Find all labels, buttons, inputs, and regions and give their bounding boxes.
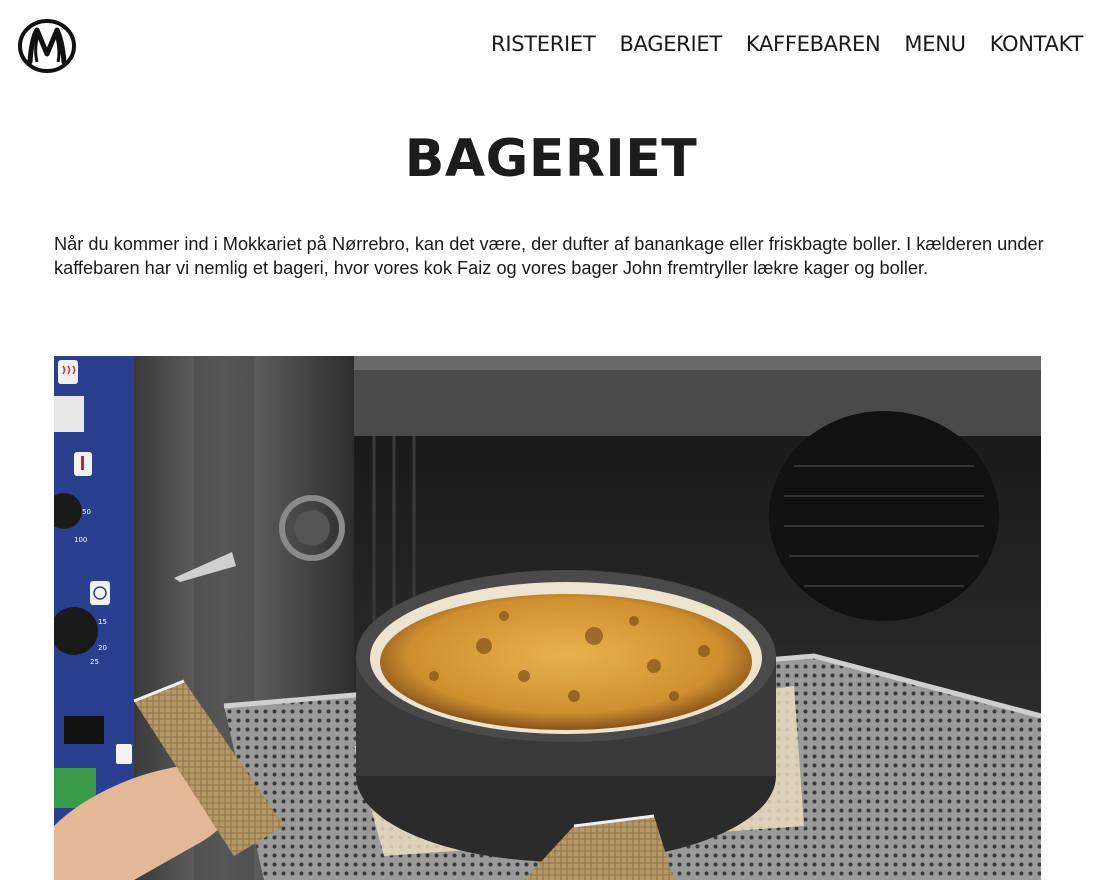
bakery-oven-photo: 50 100 15 20 25	[54, 356, 1041, 880]
dial-mark: 20	[98, 644, 107, 652]
oven-cheesecake-illustration: 50 100 15 20 25	[54, 356, 1041, 880]
mokkariet-logo[interactable]	[17, 18, 77, 74]
nav-item-kaffebaren[interactable]: KAFFEBAREN	[746, 30, 881, 58]
dial-mark: 15	[98, 618, 107, 626]
intro-paragraph: Når du kommer ind i Mokkariet på Nørrebr…	[54, 234, 1044, 278]
nav-item-risteriet[interactable]: RISTERIET	[491, 30, 596, 58]
main-nav: RISTERIET BAGERIET KAFFEBAREN MENU KONTA…	[491, 30, 1083, 58]
dial-mark: 50	[82, 508, 91, 516]
logo-m-icon	[18, 19, 76, 73]
nav-item-kontakt[interactable]: KONTAKT	[990, 30, 1084, 58]
nav-item-menu[interactable]: MENU	[904, 30, 966, 58]
site-header: RISTERIET BAGERIET KAFFEBAREN MENU KONTA…	[0, 0, 1102, 90]
dial-mark: 100	[74, 536, 87, 544]
nav-item-bageriet[interactable]: BAGERIET	[619, 30, 722, 58]
dial-mark: 25	[90, 658, 99, 666]
page-title: BAGERIET	[404, 129, 698, 189]
